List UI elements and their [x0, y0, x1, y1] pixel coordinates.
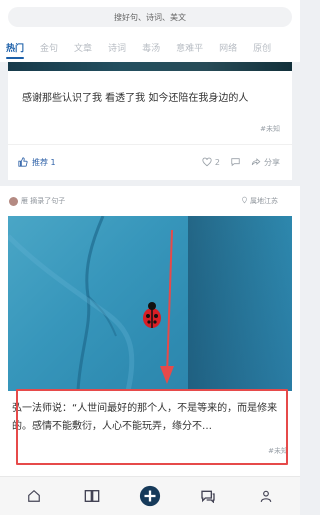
nav-messages[interactable]: [194, 482, 222, 510]
tab-hot[interactable]: 热门: [6, 41, 25, 59]
tab-regret[interactable]: 意难平: [176, 41, 203, 54]
top-bar: 搜好句、诗词、美文 热门 金句 文章 诗词 毒汤 意难平 网络 原创: [0, 0, 300, 62]
recommend-button[interactable]: 推荐 1: [18, 156, 56, 169]
like-button[interactable]: 2: [202, 157, 220, 169]
card-footer: 推荐 1 2 分享: [8, 144, 292, 180]
thumbs-up-icon: [18, 156, 28, 169]
category-tabs: 热门 金句 文章 诗词 毒汤 意难平 网络 原创: [0, 38, 300, 59]
home-icon: [28, 489, 40, 502]
bottom-navigation: [0, 476, 300, 515]
tab-poison-soup[interactable]: 毒汤: [142, 41, 160, 54]
tab-golden-quotes[interactable]: 金句: [40, 41, 58, 54]
share-button[interactable]: 分享: [251, 157, 280, 169]
location-label: 属地江苏: [250, 197, 278, 205]
card-image: [8, 62, 292, 71]
quote-text: 感谢那些认识了我 看透了我 如今还陪在我身边的人: [22, 93, 249, 104]
profile-icon: [260, 490, 272, 502]
tab-internet[interactable]: 网络: [219, 41, 237, 54]
location-info: 属地江苏: [241, 196, 278, 206]
comment-icon: [230, 157, 241, 169]
nav-profile[interactable]: [252, 482, 280, 510]
card-actions: 2 分享: [202, 157, 280, 169]
annotation-arrow: [160, 230, 174, 384]
nav-add[interactable]: [136, 482, 164, 510]
comment-button[interactable]: [230, 157, 241, 169]
share-icon: [251, 157, 261, 169]
nav-library[interactable]: [78, 482, 106, 510]
recommend-label: 推荐 1: [32, 158, 56, 167]
annotation-highlight-box: [16, 389, 288, 465]
location-icon: [241, 196, 248, 206]
share-label: 分享: [264, 158, 280, 167]
tab-original[interactable]: 原创: [253, 41, 271, 54]
source-tag[interactable]: #未知: [260, 124, 280, 134]
like-count: 2: [214, 158, 220, 167]
message-icon: [201, 490, 215, 503]
heart-icon: [202, 157, 212, 169]
author-action: 雁 摘录了句子: [21, 197, 66, 205]
tab-poetry[interactable]: 诗词: [108, 41, 126, 54]
search-input[interactable]: 搜好句、诗词、美文: [8, 7, 292, 27]
card-photo[interactable]: [8, 216, 292, 391]
tab-articles[interactable]: 文章: [74, 41, 92, 54]
nav-home[interactable]: [20, 482, 48, 510]
book-icon: [84, 490, 100, 502]
author-info[interactable]: 雁 摘录了句子: [9, 196, 65, 206]
card-header: 雁 摘录了句子 属地江苏: [9, 194, 278, 208]
add-icon: [139, 485, 161, 507]
feed-card[interactable]: 感谢那些认识了我 看透了我 如今还陪在我身边的人 #未知 推荐 1 2 分享: [8, 62, 292, 180]
avatar[interactable]: [9, 196, 18, 206]
